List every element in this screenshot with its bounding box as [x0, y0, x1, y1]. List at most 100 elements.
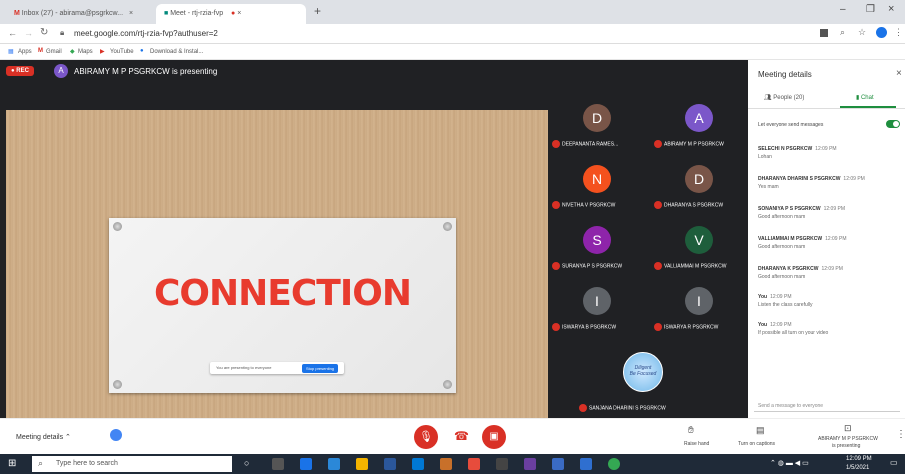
taskbar-app-icon[interactable] — [468, 458, 480, 470]
taskbar-app-icon[interactable] — [552, 458, 564, 470]
security-icon[interactable] — [110, 429, 122, 441]
search-placeholder: Type here to search — [56, 460, 118, 467]
new-tab-button[interactable]: + — [314, 4, 321, 18]
close-icon[interactable]: × — [129, 10, 133, 17]
participant-avatar: S — [583, 226, 611, 254]
taskbar-app-icon[interactable] — [580, 458, 592, 470]
leave-call-button[interactable]: ☎ — [454, 429, 469, 443]
chat-input[interactable]: Send a message to everyone — [754, 400, 900, 412]
message-sender: You — [758, 322, 768, 328]
chrome-icon[interactable] — [608, 458, 620, 470]
menu-icon[interactable]: ⋮ — [894, 27, 903, 38]
meeting-details-button[interactable]: Meeting details ⌃ — [16, 433, 71, 441]
participant-photo: Diligent Be Focused — [623, 352, 663, 392]
tab-people[interactable]: 👥︎ People (20) — [764, 94, 804, 101]
screw-icon — [443, 222, 452, 231]
forward-icon[interactable]: → — [24, 28, 33, 38]
tile-name-text: VALLIAMMAI M PSGRKCW — [664, 263, 727, 270]
divider — [748, 108, 905, 109]
message-sender: You — [758, 294, 768, 300]
tab-gmail[interactable]: M Inbox (27) - abirama@psgrkcw... × — [6, 4, 156, 24]
present-now-icon[interactable]: ⊡ — [844, 423, 852, 434]
message-time: 12:09 PM — [821, 266, 843, 272]
clock-time: 12:09 PM — [846, 456, 872, 462]
participant-tile[interactable]: A ABIRAMY M P PSGRKCW — [650, 104, 748, 160]
participant-tile[interactable]: N NIVETHA V PSGRKCW — [548, 165, 646, 221]
taskbar-search[interactable]: ⌕ Type here to search — [32, 456, 232, 472]
participant-avatar: D — [685, 165, 713, 193]
reload-icon[interactable]: ↻ — [40, 27, 48, 38]
close-panel-icon[interactable]: × — [896, 68, 902, 79]
close-icon[interactable]: × — [237, 10, 241, 17]
word-icon[interactable] — [384, 458, 396, 470]
bookmark-maps[interactable]: Maps — [78, 49, 93, 55]
participant-tile[interactable]: D DEEPANANTA RAMES... — [548, 104, 646, 160]
mail-icon[interactable] — [412, 458, 424, 470]
mic-toggle-button[interactable]: 🎙︎ — [414, 425, 438, 449]
message-sender: DHARANYA DHARINI S PSGRKCW — [758, 176, 841, 182]
tab-chat-label: Chat — [860, 95, 874, 101]
participant-name: ISWARYA R PSGRKCW — [654, 323, 718, 331]
mic-off-icon — [654, 323, 662, 331]
bookmark-gmail[interactable]: Gmail — [46, 49, 62, 55]
windows-start-icon[interactable]: ⊞ — [8, 458, 16, 469]
camera-icon[interactable] — [820, 29, 828, 37]
captions-icon[interactable]: ▤ — [756, 425, 765, 436]
search-icon: ⌕ — [38, 458, 44, 468]
participant-tile[interactable]: D DHARANYA S PSGRKCW — [650, 165, 748, 221]
profile-avatar[interactable] — [876, 27, 887, 38]
clock-date: 1/5/2021 — [846, 465, 870, 471]
star-icon[interactable]: ☆ — [858, 27, 866, 38]
message-time: 12:09 PM — [815, 146, 837, 152]
participant-avatar: N — [583, 165, 611, 193]
toggle-knob — [893, 121, 899, 127]
meet-stage: ● REC A ABIRAMY M P PSGRKCW is presentin… — [0, 60, 748, 450]
mic-off-icon — [654, 201, 662, 209]
close-window-icon[interactable]: × — [888, 3, 894, 15]
participant-avatar: D — [583, 104, 611, 132]
file-explorer-icon[interactable] — [356, 458, 368, 470]
bookmark-download[interactable]: Download & Instal... — [150, 49, 203, 55]
store-icon[interactable] — [328, 458, 340, 470]
message-sender: VALLIAMMAI M PSGRKCW — [758, 236, 823, 242]
settings-icon[interactable] — [496, 458, 508, 470]
system-tray-icons[interactable]: ⌃ ◍ ▬ ◀ ▭ — [770, 459, 809, 467]
chat-message: DHARANYA K PSGRKCW 12:09 PM Good afternoon… — [758, 266, 843, 280]
presenting-name: ABIRAMY M P PSGRKCW — [818, 436, 878, 442]
taskbar-app-icon[interactable] — [440, 458, 452, 470]
participant-tile[interactable]: I ISWARYA B PSGRKCW — [548, 287, 646, 343]
url-field[interactable]: meet.google.com/rtj-rzia-fvp?authuser=2 — [74, 29, 218, 38]
bookmark-apps[interactable]: Apps — [18, 49, 32, 55]
panel-title: Meeting details — [758, 70, 812, 79]
raise-hand-icon[interactable]: ✋︎ — [688, 425, 694, 436]
message-text: Good afternoon mam — [758, 274, 806, 280]
restore-icon[interactable]: ❐ — [866, 4, 875, 15]
bookmark-youtube[interactable]: YouTube — [110, 49, 134, 55]
presenter-avatar: A — [54, 64, 68, 78]
tile-name-text: SANJANA DHARINI S PSGRKCW — [589, 405, 666, 412]
back-icon[interactable]: ← — [8, 28, 17, 38]
participant-tile[interactable]: I ISWARYA R PSGRKCW — [650, 287, 748, 343]
lock-icon: 🔒︎ — [60, 28, 65, 37]
more-options-icon[interactable]: ⋮ — [896, 429, 905, 440]
meet-icon: ■ — [164, 10, 169, 17]
participant-tile[interactable]: Diligent Be Focused SANJANA DHARINI S PSG… — [575, 342, 748, 418]
taskbar-app-icon[interactable] — [524, 458, 536, 470]
camera-toggle-button[interactable]: ▣ — [482, 425, 506, 449]
chevron-up-icon: ⌃ — [65, 434, 71, 441]
apps-icon: ▦ — [8, 49, 14, 55]
edge-icon[interactable] — [300, 458, 312, 470]
stop-presenting-button[interactable]: Stop presenting — [302, 364, 339, 373]
taskbar-app-icon[interactable] — [272, 458, 284, 470]
zoom-icon[interactable]: ⌕ — [840, 27, 845, 38]
participant-tile[interactable]: V VALLIAMMAI M PSGRKCW — [650, 226, 748, 282]
participant-tile[interactable]: S SURANYA P S PSGRKCW — [548, 226, 646, 282]
task-view-icon[interactable]: ○ — [244, 458, 256, 470]
tile-name-text: DEEPANANTA RAMES... — [562, 141, 619, 148]
notifications-icon[interactable]: ▭ — [890, 458, 898, 467]
chat-toggle[interactable] — [886, 120, 900, 128]
tab-meet[interactable]: ■ Meet - rtj-rzia-fvp ● × — [156, 4, 306, 24]
tab-chat[interactable]: ▮ Chat — [856, 94, 874, 101]
minimize-icon[interactable]: – — [840, 4, 846, 15]
participant-avatar: I — [583, 287, 611, 315]
